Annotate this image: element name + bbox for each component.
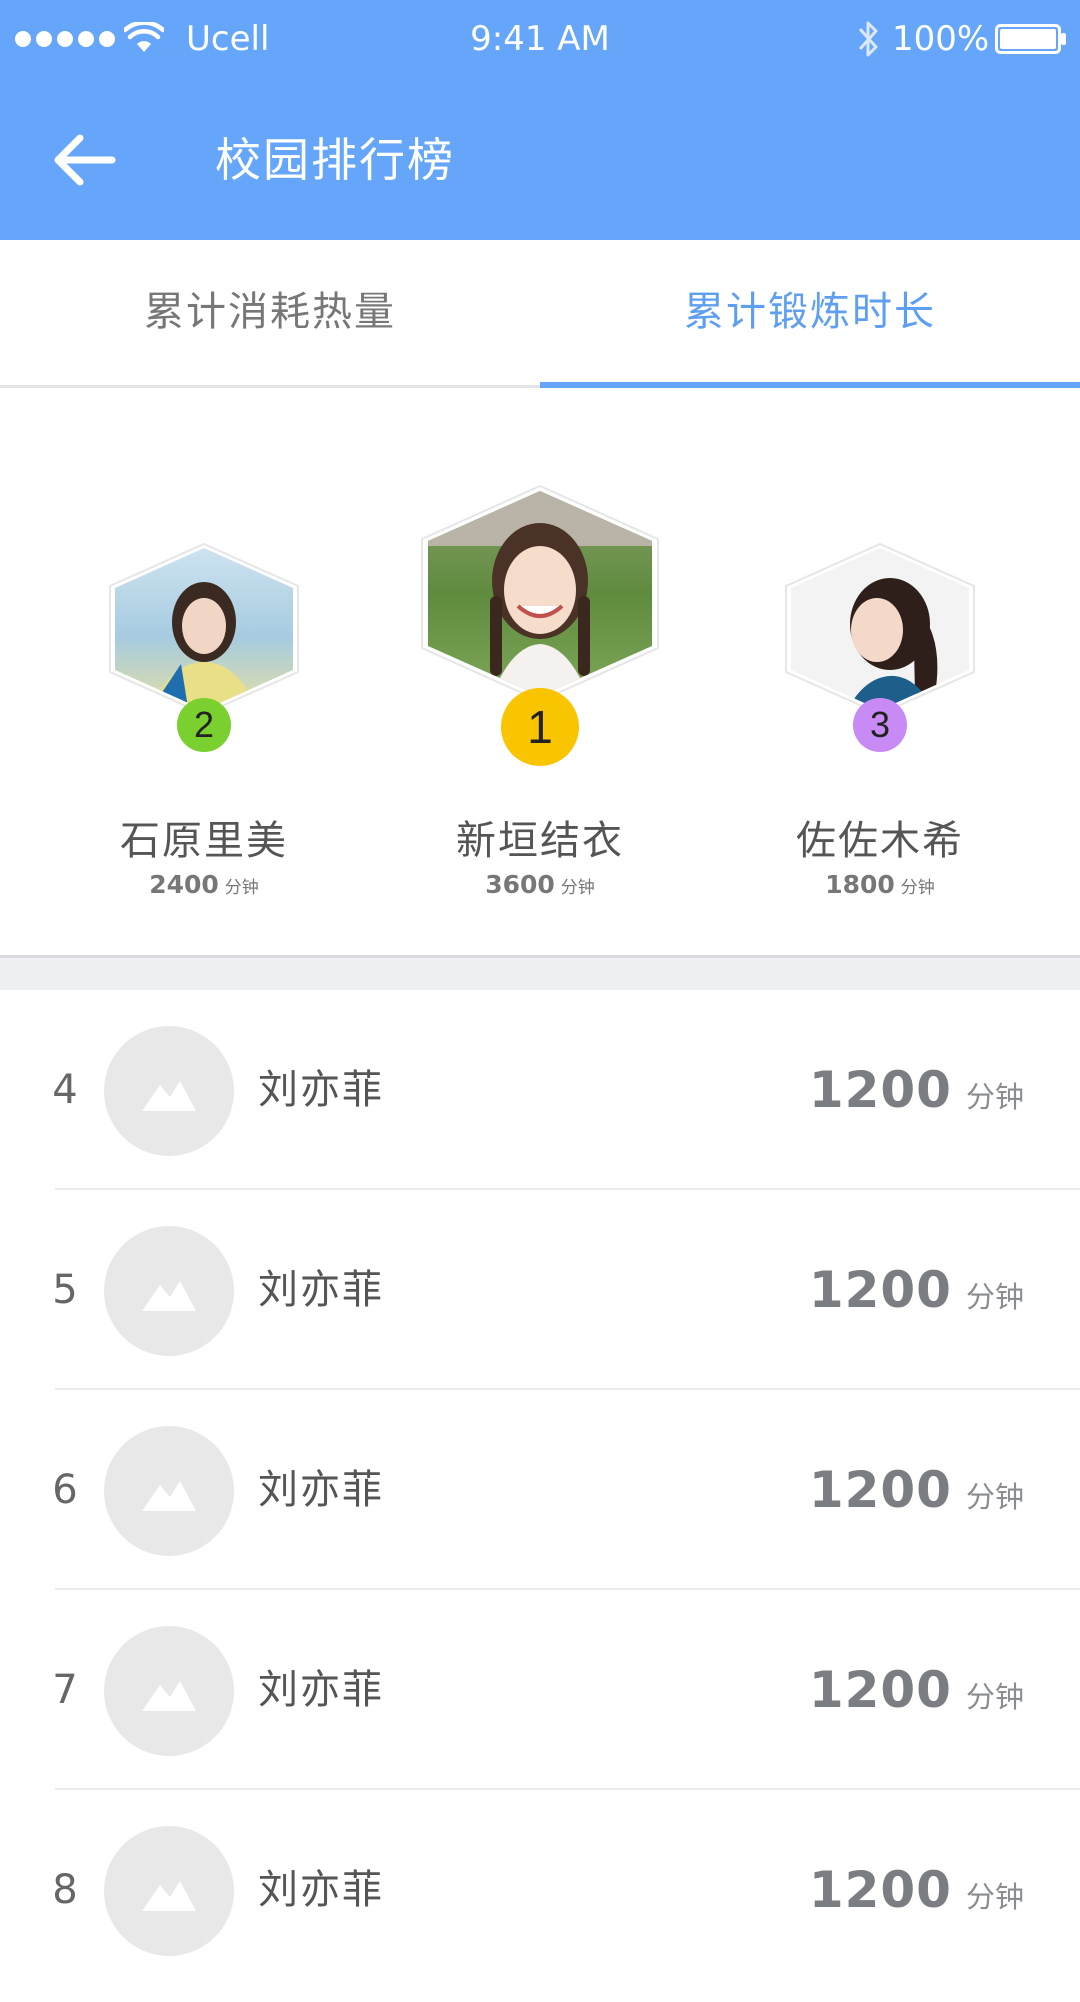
- battery-icon: [995, 24, 1066, 54]
- battery-percentage: 100%: [892, 19, 990, 59]
- score-unit: 分钟: [224, 878, 259, 898]
- ranking-list: 4 刘亦菲 1200 分钟 5 刘亦菲 1200 分钟 6 刘亦菲 1200 分钟 7…: [0, 990, 1080, 1956]
- tab-total-calories[interactable]: 累计消耗热量: [0, 240, 540, 385]
- row-rank-number: 4: [52, 1067, 78, 1113]
- score-unit: 分钟: [965, 1480, 1024, 1514]
- score-value: 1200: [808, 1261, 952, 1319]
- score-unit: 分钟: [965, 1080, 1024, 1114]
- podium-score: 3600 分钟: [390, 870, 690, 899]
- rank-badge: 3: [853, 698, 907, 752]
- row-rank-number: 6: [52, 1467, 78, 1513]
- row-score: 1200 分钟: [809, 1190, 1024, 1390]
- list-item[interactable]: 6 刘亦菲 1200 分钟: [0, 1390, 1080, 1590]
- app-header: Ucell 9:41 AM 100% 校园排行榜: [0, 0, 1080, 240]
- podium-second-place[interactable]: 2 石原里美 2400 分钟: [54, 388, 354, 955]
- row-name: 刘亦菲: [258, 1067, 384, 1113]
- avatar-placeholder-icon: [104, 1626, 234, 1756]
- score-value: 1200: [808, 1061, 952, 1119]
- score-unit: 分钟: [560, 878, 595, 898]
- score-value: 3600: [485, 870, 555, 899]
- score-value: 1800: [825, 870, 895, 899]
- back-arrow-icon[interactable]: [50, 130, 120, 190]
- row-rank-number: 7: [52, 1667, 78, 1713]
- score-value: 1200: [808, 1461, 952, 1519]
- row-name: 刘亦菲: [258, 1667, 384, 1713]
- section-divider: [0, 955, 1080, 990]
- list-item[interactable]: 4 刘亦菲 1200 分钟: [0, 990, 1080, 1190]
- avatar: [420, 484, 660, 703]
- list-item[interactable]: 7 刘亦菲 1200 分钟: [0, 1590, 1080, 1790]
- score-unit: 分钟: [900, 878, 935, 898]
- score-value: 1200: [808, 1661, 952, 1719]
- score-unit: 分钟: [965, 1680, 1024, 1714]
- podium-third-place[interactable]: 3 佐佐木希 1800 分钟: [730, 388, 1030, 955]
- avatar-placeholder-icon: [104, 1026, 234, 1156]
- page-title: 校园排行榜: [215, 133, 455, 187]
- nav-bar: 校园排行榜: [0, 78, 1080, 240]
- score-unit: 分钟: [965, 1880, 1024, 1914]
- score-value: 2400: [149, 870, 219, 899]
- row-score: 1200 分钟: [809, 990, 1024, 1190]
- podium-first-place[interactable]: 1 新垣结衣 3600 分钟: [390, 388, 690, 955]
- row-name: 刘亦菲: [258, 1467, 384, 1513]
- ranking-tabs: 累计消耗热量 累计锻炼时长: [0, 240, 1080, 388]
- row-rank-number: 5: [52, 1267, 78, 1313]
- status-bar: Ucell 9:41 AM 100%: [0, 0, 1080, 78]
- score-value: 1200: [808, 1861, 952, 1919]
- tab-total-exercise-duration[interactable]: 累计锻炼时长: [540, 240, 1080, 385]
- row-score: 1200 分钟: [809, 1390, 1024, 1590]
- rank-badge: 1: [501, 688, 579, 766]
- top-three-podium: 2 石原里美 2400 分钟 1 新垣结衣 3600 分钟 3 佐佐木希 180…: [0, 388, 1080, 955]
- score-unit: 分钟: [965, 1280, 1024, 1314]
- podium-score: 2400 分钟: [54, 870, 354, 899]
- avatar: [785, 542, 975, 716]
- rank-badge: 2: [177, 698, 231, 752]
- row-name: 刘亦菲: [258, 1867, 384, 1913]
- row-score: 1200 分钟: [809, 1590, 1024, 1790]
- podium-score: 1800 分钟: [730, 870, 1030, 899]
- avatar-placeholder-icon: [104, 1826, 234, 1956]
- row-name: 刘亦菲: [258, 1267, 384, 1313]
- avatar: [109, 542, 299, 716]
- podium-name: 新垣结衣: [456, 818, 624, 864]
- row-rank-number: 8: [52, 1867, 78, 1913]
- avatar-placeholder-icon: [104, 1426, 234, 1556]
- row-score: 1200 分钟: [809, 1790, 1024, 1990]
- avatar-placeholder-icon: [104, 1226, 234, 1356]
- list-item[interactable]: 8 刘亦菲 1200 分钟: [0, 1790, 1080, 1990]
- list-item[interactable]: 5 刘亦菲 1200 分钟: [0, 1190, 1080, 1390]
- podium-name: 佐佐木希: [796, 818, 964, 864]
- bluetooth-icon: [858, 21, 878, 57]
- podium-name: 石原里美: [120, 818, 288, 864]
